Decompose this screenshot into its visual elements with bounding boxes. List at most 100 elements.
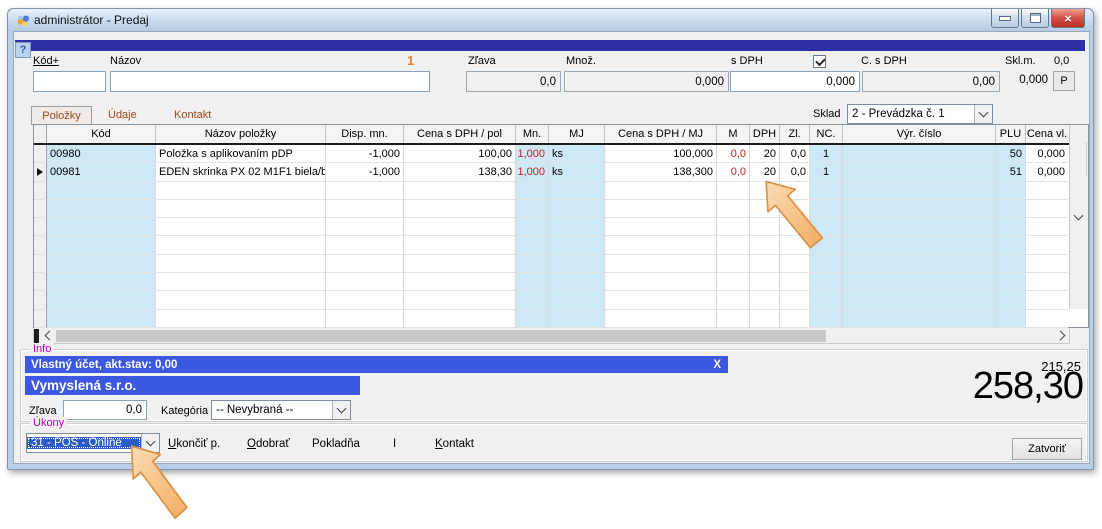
table-cell[interactable] — [549, 182, 605, 200]
items-table[interactable]: KódNázov položkyDisp. mn.Cena s DPH / po… — [33, 124, 1089, 328]
table-cell[interactable] — [47, 200, 156, 218]
table-cell[interactable] — [549, 236, 605, 254]
action-button-odobra[interactable]: Odobrať — [247, 438, 290, 450]
table-cell[interactable]: ks — [549, 145, 605, 163]
table-cell[interactable] — [47, 255, 156, 273]
table-cell[interactable] — [156, 255, 326, 273]
table-row[interactable] — [34, 273, 1088, 291]
table-row[interactable]: 00981EDEN skrinka PX 02 M1F1 biela/biela… — [34, 163, 1088, 181]
table-row[interactable] — [34, 236, 1088, 254]
column-header[interactable]: Názov položky — [156, 125, 326, 143]
table-cell[interactable] — [1026, 291, 1068, 309]
row-selector-cell[interactable] — [34, 255, 47, 273]
table-cell[interactable] — [516, 236, 549, 254]
kategoria-dropdown-button[interactable] — [332, 401, 350, 419]
row-selector-cell[interactable] — [34, 291, 47, 309]
table-cell[interactable] — [549, 255, 605, 273]
table-cell[interactable] — [326, 255, 404, 273]
table-cell[interactable] — [843, 273, 996, 291]
table-cell[interactable] — [605, 255, 717, 273]
column-header[interactable]: Disp. mn. — [326, 125, 404, 143]
table-cell[interactable] — [47, 236, 156, 254]
table-cell[interactable] — [156, 218, 326, 236]
table-cell[interactable]: 1,000 — [516, 145, 549, 163]
table-cell[interactable]: 20 — [750, 145, 780, 163]
row-selector-cell[interactable] — [34, 163, 47, 181]
table-cell[interactable] — [549, 291, 605, 309]
table-cell[interactable] — [780, 291, 810, 309]
table-cell[interactable] — [843, 145, 996, 163]
table-cell[interactable] — [717, 218, 750, 236]
table-cell[interactable] — [1026, 182, 1068, 200]
table-cell[interactable] — [47, 218, 156, 236]
table-cell[interactable] — [780, 310, 810, 328]
sklad-dropdown[interactable]: 2 - Prevádzka č. 1 — [847, 104, 993, 124]
horizontal-scrollbar[interactable] — [33, 328, 1070, 344]
nazov-input[interactable] — [110, 71, 430, 92]
table-cell[interactable] — [1026, 310, 1068, 328]
table-cell[interactable] — [843, 255, 996, 273]
table-cell[interactable] — [810, 255, 843, 273]
table-cell[interactable] — [404, 255, 516, 273]
row-selector-cell[interactable] — [34, 310, 47, 328]
action-button-kontakt[interactable]: Kontakt — [435, 438, 474, 450]
table-cell[interactable]: Položka s aplikovaním pDP — [156, 145, 326, 163]
table-cell[interactable] — [516, 200, 549, 218]
table-body[interactable]: 00980Položka s aplikovaním pDP-1,000100,… — [34, 145, 1088, 328]
table-cell[interactable] — [549, 218, 605, 236]
row-selector-cell[interactable] — [34, 145, 47, 163]
table-cell[interactable]: 00980 — [47, 145, 156, 163]
scroll-right-button[interactable] — [1053, 328, 1069, 343]
row-selector-header[interactable] — [34, 125, 47, 143]
table-cell[interactable] — [996, 310, 1026, 328]
table-cell[interactable] — [1026, 200, 1068, 218]
table-row[interactable] — [34, 218, 1088, 236]
column-header[interactable]: Cena vl. — [1026, 125, 1068, 143]
column-header[interactable]: NC. — [810, 125, 843, 143]
table-cell[interactable] — [47, 291, 156, 309]
table-cell[interactable]: 138,300 — [605, 163, 717, 181]
minimize-button[interactable] — [991, 9, 1019, 28]
maximize-button[interactable] — [1021, 9, 1049, 28]
table-cell[interactable] — [780, 273, 810, 291]
table-cell[interactable] — [516, 273, 549, 291]
table-cell[interactable] — [404, 273, 516, 291]
table-cell[interactable] — [404, 200, 516, 218]
table-cell[interactable] — [717, 200, 750, 218]
tab-polozky[interactable]: Položky — [31, 106, 92, 125]
table-cell[interactable]: ks — [549, 163, 605, 181]
table-cell[interactable] — [404, 236, 516, 254]
table-row[interactable] — [34, 291, 1088, 309]
scroll-down-button[interactable] — [1070, 125, 1086, 309]
column-header[interactable]: DPH — [750, 125, 780, 143]
table-cell[interactable] — [996, 182, 1026, 200]
table-cell[interactable] — [843, 218, 996, 236]
table-cell[interactable]: 1,000 — [516, 163, 549, 181]
table-cell[interactable] — [605, 273, 717, 291]
table-cell[interactable] — [780, 255, 810, 273]
table-cell[interactable] — [717, 310, 750, 328]
table-cell[interactable] — [1026, 255, 1068, 273]
table-cell[interactable] — [717, 255, 750, 273]
table-cell[interactable]: 100,000 — [605, 145, 717, 163]
row-selector-cell[interactable] — [34, 200, 47, 218]
action-button-poklad-a[interactable]: Pokladňa — [312, 438, 360, 450]
row-selector-cell[interactable] — [34, 273, 47, 291]
table-cell[interactable] — [516, 291, 549, 309]
table-cell[interactable] — [47, 310, 156, 328]
table-cell[interactable] — [605, 236, 717, 254]
table-cell[interactable] — [605, 310, 717, 328]
table-cell[interactable] — [326, 182, 404, 200]
p-button[interactable]: P — [1053, 71, 1075, 91]
column-header[interactable]: Mn. — [516, 125, 549, 143]
table-cell[interactable]: -1,000 — [326, 163, 404, 181]
kod-input[interactable] — [33, 71, 106, 92]
table-cell[interactable]: 0,0 — [717, 145, 750, 163]
table-cell[interactable] — [156, 200, 326, 218]
column-header[interactable]: Zl. — [780, 125, 810, 143]
table-cell[interactable]: 100,00 — [404, 145, 516, 163]
table-cell[interactable] — [404, 182, 516, 200]
table-cell[interactable] — [404, 291, 516, 309]
table-cell[interactable] — [404, 310, 516, 328]
table-cell[interactable] — [810, 310, 843, 328]
